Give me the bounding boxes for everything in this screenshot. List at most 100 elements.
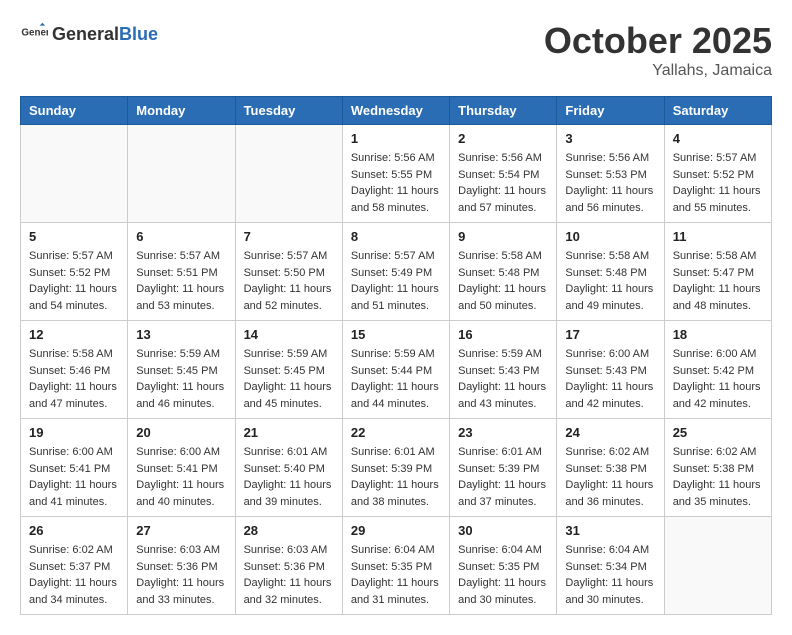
day-number: 11 xyxy=(673,229,763,244)
calendar-cell: 19 Sunrise: 6:00 AM Sunset: 5:41 PM Dayli… xyxy=(21,419,128,517)
calendar-cell: 8Sunrise: 5:57 AM Sunset: 5:49 PM Daylig… xyxy=(342,223,449,321)
day-info: Sunrise: 5:59 AM Sunset: 5:43 PM Dayligh… xyxy=(458,346,548,412)
month-title: October 2025 xyxy=(544,20,772,62)
calendar-cell xyxy=(664,517,771,615)
day-number: 2 xyxy=(458,131,548,146)
day-info: Sunrise: 6:00 AM Sunset: 5:43 PM Dayligh… xyxy=(565,346,655,412)
day-info: Sunrise: 6:03 AM Sunset: 5:36 PM Dayligh… xyxy=(136,542,226,608)
day-info: Sunrise: 5:58 AM Sunset: 5:47 PM Dayligh… xyxy=(673,248,763,314)
calendar-cell: 12 Sunrise: 5:58 AM Sunset: 5:46 PM Dayli… xyxy=(21,321,128,419)
week-row-3: 12 Sunrise: 5:58 AM Sunset: 5:46 PM Dayli… xyxy=(21,321,772,419)
calendar-cell: 26 Sunrise: 6:02 AM Sunset: 5:37 PM Dayli… xyxy=(21,517,128,615)
calendar-cell: 10Sunrise: 5:58 AM Sunset: 5:48 PM Dayli… xyxy=(557,223,664,321)
day-info: Sunrise: 5:58 AM Sunset: 5:48 PM Dayligh… xyxy=(458,248,548,314)
calendar-cell: 16 Sunrise: 5:59 AM Sunset: 5:43 PM Dayli… xyxy=(450,321,557,419)
logo-icon: General xyxy=(20,20,48,48)
day-info: Sunrise: 6:02 AM Sunset: 5:37 PM Dayligh… xyxy=(29,542,119,608)
day-number: 3 xyxy=(565,131,655,146)
calendar-cell xyxy=(235,125,342,223)
day-number: 14 xyxy=(244,327,334,342)
calendar-body: 1Sunrise: 5:56 AM Sunset: 5:55 PM Daylig… xyxy=(21,125,772,615)
svg-text:General: General xyxy=(21,27,48,38)
weekday-header-tuesday: Tuesday xyxy=(235,97,342,125)
day-info: Sunrise: 6:03 AM Sunset: 5:36 PM Dayligh… xyxy=(244,542,334,608)
day-info: Sunrise: 6:04 AM Sunset: 5:34 PM Dayligh… xyxy=(565,542,655,608)
weekday-header-sunday: Sunday xyxy=(21,97,128,125)
day-info: Sunrise: 5:57 AM Sunset: 5:50 PM Dayligh… xyxy=(244,248,334,314)
day-info: Sunrise: 5:56 AM Sunset: 5:54 PM Dayligh… xyxy=(458,150,548,216)
day-number: 9 xyxy=(458,229,548,244)
day-number: 23 xyxy=(458,425,548,440)
day-info: Sunrise: 6:02 AM Sunset: 5:38 PM Dayligh… xyxy=(673,444,763,510)
calendar-cell: 5Sunrise: 5:57 AM Sunset: 5:52 PM Daylig… xyxy=(21,223,128,321)
calendar-cell: 22Sunrise: 6:01 AM Sunset: 5:39 PM Dayli… xyxy=(342,419,449,517)
weekday-header-monday: Monday xyxy=(128,97,235,125)
day-info: Sunrise: 6:01 AM Sunset: 5:40 PM Dayligh… xyxy=(244,444,334,510)
calendar-cell: 20 Sunrise: 6:00 AM Sunset: 5:41 PM Dayli… xyxy=(128,419,235,517)
week-row-1: 1Sunrise: 5:56 AM Sunset: 5:55 PM Daylig… xyxy=(21,125,772,223)
calendar-cell: 25 Sunrise: 6:02 AM Sunset: 5:38 PM Dayli… xyxy=(664,419,771,517)
day-number: 24 xyxy=(565,425,655,440)
logo-text-blue: Blue xyxy=(119,24,158,44)
calendar-cell: 1Sunrise: 5:56 AM Sunset: 5:55 PM Daylig… xyxy=(342,125,449,223)
day-number: 15 xyxy=(351,327,441,342)
day-number: 25 xyxy=(673,425,763,440)
day-number: 28 xyxy=(244,523,334,538)
day-info: Sunrise: 5:58 AM Sunset: 5:46 PM Dayligh… xyxy=(29,346,119,412)
day-number: 18 xyxy=(673,327,763,342)
day-number: 17 xyxy=(565,327,655,342)
calendar-header: SundayMondayTuesdayWednesdayThursdayFrid… xyxy=(21,97,772,125)
day-info: Sunrise: 5:57 AM Sunset: 5:51 PM Dayligh… xyxy=(136,248,226,314)
day-number: 21 xyxy=(244,425,334,440)
weekday-header-thursday: Thursday xyxy=(450,97,557,125)
day-number: 30 xyxy=(458,523,548,538)
day-info: Sunrise: 5:59 AM Sunset: 5:45 PM Dayligh… xyxy=(244,346,334,412)
day-number: 19 xyxy=(29,425,119,440)
day-number: 26 xyxy=(29,523,119,538)
day-number: 20 xyxy=(136,425,226,440)
day-info: Sunrise: 5:57 AM Sunset: 5:52 PM Dayligh… xyxy=(29,248,119,314)
day-info: Sunrise: 6:02 AM Sunset: 5:38 PM Dayligh… xyxy=(565,444,655,510)
calendar-cell: 23 Sunrise: 6:01 AM Sunset: 5:39 PM Dayli… xyxy=(450,419,557,517)
day-info: Sunrise: 5:59 AM Sunset: 5:45 PM Dayligh… xyxy=(136,346,226,412)
week-row-5: 26 Sunrise: 6:02 AM Sunset: 5:37 PM Dayli… xyxy=(21,517,772,615)
day-info: Sunrise: 6:01 AM Sunset: 5:39 PM Dayligh… xyxy=(458,444,548,510)
logo-text-general: General xyxy=(52,24,119,44)
calendar-cell: 3 Sunrise: 5:56 AM Sunset: 5:53 PM Daylig… xyxy=(557,125,664,223)
day-info: Sunrise: 5:56 AM Sunset: 5:55 PM Dayligh… xyxy=(351,150,441,216)
day-info: Sunrise: 6:00 AM Sunset: 5:41 PM Dayligh… xyxy=(29,444,119,510)
day-info: Sunrise: 5:58 AM Sunset: 5:48 PM Dayligh… xyxy=(565,248,655,314)
calendar-cell: 13 Sunrise: 5:59 AM Sunset: 5:45 PM Dayli… xyxy=(128,321,235,419)
location-title: Yallahs, Jamaica xyxy=(544,62,772,80)
weekday-header-wednesday: Wednesday xyxy=(342,97,449,125)
day-number: 13 xyxy=(136,327,226,342)
page-header: General GeneralBlue October 2025 Yallahs… xyxy=(20,20,772,80)
calendar-cell: 17 Sunrise: 6:00 AM Sunset: 5:43 PM Dayli… xyxy=(557,321,664,419)
calendar-cell: 15Sunrise: 5:59 AM Sunset: 5:44 PM Dayli… xyxy=(342,321,449,419)
day-number: 12 xyxy=(29,327,119,342)
calendar-cell: 6Sunrise: 5:57 AM Sunset: 5:51 PM Daylig… xyxy=(128,223,235,321)
calendar-cell: 24 Sunrise: 6:02 AM Sunset: 5:38 PM Dayli… xyxy=(557,419,664,517)
weekday-header-friday: Friday xyxy=(557,97,664,125)
day-number: 16 xyxy=(458,327,548,342)
calendar-cell: 11 Sunrise: 5:58 AM Sunset: 5:47 PM Dayli… xyxy=(664,223,771,321)
calendar-cell: 27Sunrise: 6:03 AM Sunset: 5:36 PM Dayli… xyxy=(128,517,235,615)
weekday-header-row: SundayMondayTuesdayWednesdayThursdayFrid… xyxy=(21,97,772,125)
day-info: Sunrise: 5:56 AM Sunset: 5:53 PM Dayligh… xyxy=(565,150,655,216)
day-number: 29 xyxy=(351,523,441,538)
calendar-cell: 21 Sunrise: 6:01 AM Sunset: 5:40 PM Dayli… xyxy=(235,419,342,517)
calendar-cell: 2 Sunrise: 5:56 AM Sunset: 5:54 PM Daylig… xyxy=(450,125,557,223)
calendar-cell: 18 Sunrise: 6:00 AM Sunset: 5:42 PM Dayli… xyxy=(664,321,771,419)
day-number: 7 xyxy=(244,229,334,244)
day-number: 4 xyxy=(673,131,763,146)
day-info: Sunrise: 6:04 AM Sunset: 5:35 PM Dayligh… xyxy=(458,542,548,608)
day-info: Sunrise: 6:00 AM Sunset: 5:41 PM Dayligh… xyxy=(136,444,226,510)
day-info: Sunrise: 6:04 AM Sunset: 5:35 PM Dayligh… xyxy=(351,542,441,608)
calendar-cell: 14 Sunrise: 5:59 AM Sunset: 5:45 PM Dayli… xyxy=(235,321,342,419)
calendar-cell xyxy=(21,125,128,223)
weekday-header-saturday: Saturday xyxy=(664,97,771,125)
calendar-cell: 28 Sunrise: 6:03 AM Sunset: 5:36 PM Dayli… xyxy=(235,517,342,615)
calendar-cell: 29 Sunrise: 6:04 AM Sunset: 5:35 PM Dayli… xyxy=(342,517,449,615)
calendar-cell xyxy=(128,125,235,223)
day-info: Sunrise: 6:00 AM Sunset: 5:42 PM Dayligh… xyxy=(673,346,763,412)
